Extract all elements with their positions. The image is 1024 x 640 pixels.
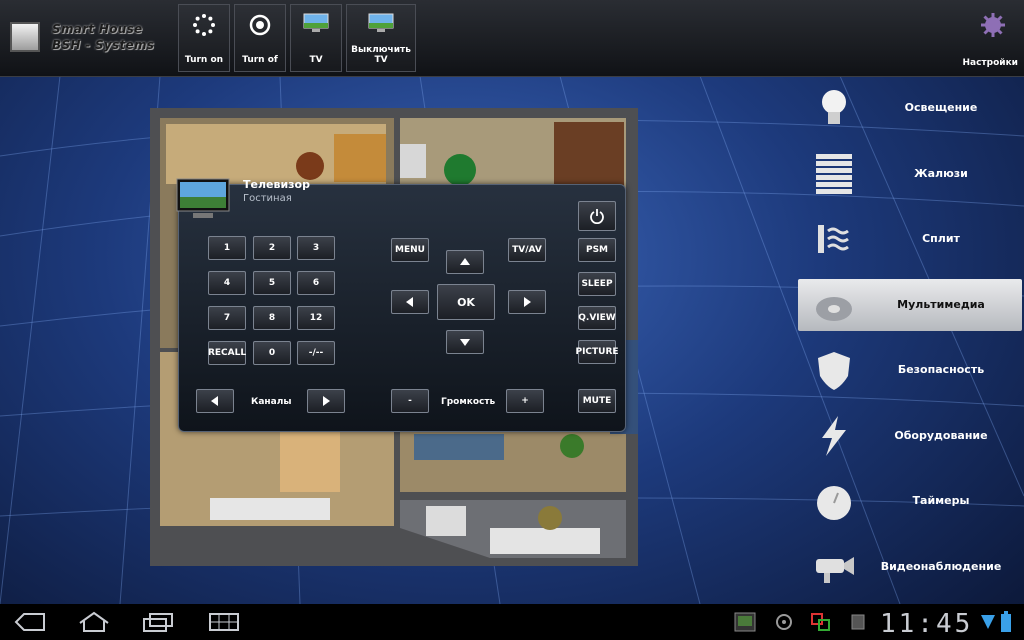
recall-key[interactable]: RECALL — [208, 341, 246, 365]
logo-line-1: Smart House — [52, 22, 143, 36]
menu-item-label: Жалюзи — [914, 167, 968, 180]
menu-item-blinds[interactable]: Жалюзи — [798, 148, 1022, 200]
target-icon — [249, 14, 271, 36]
battery-icon — [1001, 611, 1011, 632]
ok-key[interactable]: OK — [437, 284, 495, 320]
top-bar: Smart House BSH - Systems Turn on Turn o… — [0, 0, 1024, 77]
back-icon[interactable] — [14, 612, 46, 632]
key-12[interactable]: 12 — [297, 306, 335, 330]
light-burst-icon — [193, 14, 215, 36]
arrow-left-button[interactable] — [391, 290, 429, 314]
dash-key[interactable]: -/-- — [297, 341, 335, 365]
psm-key[interactable]: PSM — [578, 238, 616, 262]
key-5[interactable]: 5 — [253, 271, 291, 295]
app-notification-icon[interactable] — [810, 612, 832, 632]
shield-icon — [818, 352, 850, 390]
channel-next-button[interactable] — [307, 389, 345, 413]
turn-on-label: Turn on — [184, 55, 224, 65]
tv-icon — [303, 13, 329, 32]
device-title: Телевизор — [243, 178, 310, 191]
tv-av-key[interactable]: TV/AV — [508, 238, 546, 262]
menu-item-label: Сплит — [922, 232, 960, 245]
power-button[interactable] — [578, 201, 616, 231]
power-icon — [590, 209, 604, 224]
arrow-up-button[interactable] — [446, 250, 484, 274]
key-8[interactable]: 8 — [253, 306, 291, 330]
channel-prev-button[interactable] — [196, 389, 234, 413]
menu-item-label: Таймеры — [912, 494, 970, 507]
gear-icon[interactable] — [980, 12, 1006, 38]
screenshot-notification-icon[interactable] — [734, 612, 756, 632]
recent-apps-icon[interactable] — [142, 612, 174, 632]
wifi-icon — [981, 615, 995, 629]
menu-item-label: Освещение — [904, 101, 978, 114]
key-4[interactable]: 4 — [208, 271, 246, 295]
sync-notification-icon[interactable] — [772, 613, 796, 631]
menu-item-timers[interactable]: Таймеры — [798, 475, 1022, 527]
menu-item-label: Оборудование — [894, 429, 988, 442]
triangle-right-icon — [524, 297, 531, 307]
device-room: Гостиная — [243, 193, 292, 204]
picture-key[interactable]: PICTURE — [575, 340, 619, 364]
menu-item-multimedia[interactable]: Мультимедиа — [798, 279, 1022, 331]
system-bar: 11:45 — [0, 604, 1024, 640]
triangle-left-icon — [406, 297, 413, 307]
menu-item-label: Видеонаблюдение — [880, 560, 1002, 573]
tv-label: TV — [309, 55, 323, 65]
key-0[interactable]: 0 — [253, 341, 291, 365]
tv-off-label: Выключить TV — [351, 45, 411, 65]
menu-item-split[interactable]: Сплит — [798, 213, 1022, 265]
triangle-left-icon — [211, 396, 218, 406]
arrow-down-button[interactable] — [446, 330, 484, 354]
key-7[interactable]: 7 — [208, 306, 246, 330]
logo-line-2: BSH - Systems — [52, 38, 155, 52]
key-3[interactable]: 3 — [297, 236, 335, 260]
tv-icon — [368, 13, 394, 32]
turn-off-button[interactable]: Turn of — [234, 4, 286, 72]
status-clock: 11:45 — [880, 609, 974, 639]
menu-key[interactable]: MENU — [391, 238, 429, 262]
triangle-up-icon — [460, 258, 470, 265]
key-1[interactable]: 1 — [208, 236, 246, 260]
bulb-icon — [822, 90, 846, 124]
volume-up-key[interactable]: + — [506, 389, 544, 413]
keyboard-icon[interactable] — [208, 612, 240, 632]
arrow-right-button[interactable] — [508, 290, 546, 314]
volume-down-key[interactable]: - — [391, 389, 429, 413]
lightning-icon — [822, 416, 846, 456]
tv-remote-panel: Телевизор Гостиная 1 2 3 4 5 6 7 8 12 RE… — [176, 178, 626, 432]
tv-off-button[interactable]: Выключить TV — [346, 4, 416, 72]
triangle-down-icon — [460, 339, 470, 346]
turn-on-button[interactable]: Turn on — [178, 4, 230, 72]
menu-item-lighting[interactable]: Освещение — [798, 82, 1022, 134]
clock-icon — [817, 486, 851, 520]
key-6[interactable]: 6 — [297, 271, 335, 295]
camera-icon — [816, 557, 854, 583]
menu-item-security[interactable]: Безопасность — [798, 344, 1022, 396]
download-notification-icon[interactable] — [850, 613, 866, 631]
mute-key[interactable]: MUTE — [578, 389, 616, 413]
tv-button[interactable]: TV — [290, 4, 342, 72]
menu-item-label: Безопасность — [897, 363, 985, 376]
key-2[interactable]: 2 — [253, 236, 291, 260]
volume-label: Громкость — [441, 397, 496, 407]
qview-key[interactable]: Q.VIEW — [578, 306, 616, 330]
media-disc-icon — [816, 297, 852, 321]
tv-icon — [176, 178, 230, 218]
settings-link[interactable]: Настройки — [962, 58, 1018, 68]
heat-waves-icon — [818, 225, 849, 253]
channels-label: Каналы — [251, 397, 292, 407]
triangle-right-icon — [323, 396, 330, 406]
turn-off-label: Turn of — [242, 55, 278, 65]
home-icon[interactable] — [78, 611, 110, 633]
app-logo-icon — [10, 22, 40, 52]
menu-item-video-surveillance[interactable]: Видеонаблюдение — [798, 541, 1022, 593]
blinds-icon — [816, 154, 852, 194]
menu-item-equipment[interactable]: Оборудование — [798, 410, 1022, 462]
sleep-key[interactable]: SLEEP — [578, 272, 616, 296]
menu-item-label: Мультимедиа — [897, 298, 985, 311]
